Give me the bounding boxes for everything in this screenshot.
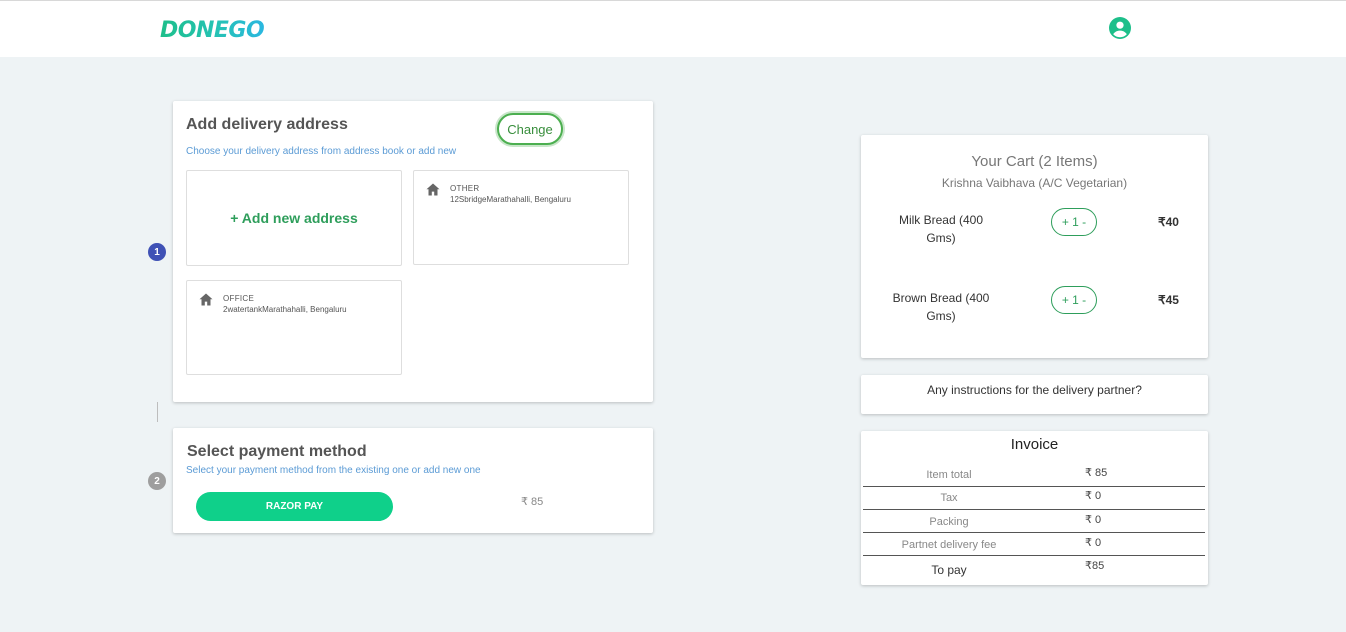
invoice-row: Partnet delivery fee ₹ 0: [863, 533, 1205, 556]
cart-item-price: ₹45: [1158, 293, 1179, 307]
delivery-instructions-placeholder: Any instructions for the delivery partne…: [927, 383, 1142, 397]
invoice-label: Tax: [940, 492, 958, 504]
invoice-value: ₹ 0: [1085, 490, 1102, 502]
payment-section-title: Select payment method: [187, 443, 367, 460]
invoice-label: Item total: [926, 469, 972, 481]
address-type: OTHER: [450, 184, 480, 193]
razor-pay-button[interactable]: RAZOR PAY: [196, 492, 393, 521]
invoice-total-row: To pay ₹85: [863, 556, 1205, 579]
invoice-value: ₹ 85: [1085, 467, 1108, 479]
logo-text: DONEGO: [160, 17, 265, 43]
account-circle-icon[interactable]: [1108, 16, 1132, 40]
payment-section-subtitle: Select your payment method from the exis…: [186, 465, 481, 476]
invoice-value: ₹ 0: [1085, 537, 1102, 549]
home-icon: [426, 183, 440, 196]
address-card-other[interactable]: OTHER 12SbridgeMarathahalli, Bengaluru: [413, 170, 629, 265]
address-section-title: Add delivery address: [186, 116, 348, 133]
invoice-label: Packing: [929, 516, 969, 528]
delivery-instructions-field[interactable]: Any instructions for the delivery partne…: [861, 375, 1208, 414]
cart-item-name: Milk Bread (400 Gms): [898, 213, 984, 245]
invoice-row: Tax ₹ 0: [863, 487, 1205, 510]
step-connector: [157, 402, 158, 422]
invoice-title: Invoice: [1010, 436, 1059, 453]
cart-item-price: ₹40: [1158, 215, 1179, 229]
add-new-address-button[interactable]: + Add new address: [186, 170, 402, 266]
quantity-stepper[interactable]: + 1 -: [1051, 208, 1097, 236]
restaurant-name: Krishna Vaibhava (A/C Vegetarian): [941, 176, 1128, 190]
address-section-subtitle: Choose your delivery address from addres…: [186, 146, 457, 157]
payment-amount: ₹ 85: [521, 496, 544, 508]
logo[interactable]: DONEGO: [160, 16, 265, 44]
quantity-stepper[interactable]: + 1 -: [1051, 286, 1097, 314]
cart-item-name: Brown Bread (400 Gms): [892, 291, 990, 323]
step-1-indicator: 1: [148, 243, 166, 261]
invoice-card: Invoice Item total ₹ 85 Tax ₹ 0 Packing …: [861, 431, 1208, 585]
header-bar: DONEGO: [0, 1, 1346, 57]
invoice-total-label: To pay: [931, 563, 967, 577]
cart-card: Your Cart (2 Items) Krishna Vaibhava (A/…: [861, 135, 1208, 358]
address-line: 2watertankMarathahalli, Bengaluru: [223, 305, 347, 314]
add-new-address-label: + Add new address: [230, 210, 358, 226]
address-card-office[interactable]: OFFICE 2watertankMarathahalli, Bengaluru: [186, 280, 402, 375]
home-icon: [199, 293, 213, 306]
invoice-total-value: ₹85: [1085, 560, 1105, 572]
change-address-button[interactable]: Change: [497, 113, 563, 145]
address-line: 12SbridgeMarathahalli, Bengaluru: [450, 195, 571, 204]
invoice-row: Packing ₹ 0: [863, 510, 1205, 533]
delivery-address-card: Add delivery address Change Choose your …: [173, 101, 653, 402]
cart-title: Your Cart (2 Items): [971, 153, 1098, 170]
invoice-label: Partnet delivery fee: [901, 539, 997, 551]
invoice-row: Item total ₹ 85: [863, 464, 1205, 487]
address-type: OFFICE: [223, 294, 255, 303]
step-2-indicator: 2: [148, 472, 166, 490]
invoice-value: ₹ 0: [1085, 514, 1102, 526]
payment-method-card: Select payment method Select your paymen…: [173, 428, 653, 533]
